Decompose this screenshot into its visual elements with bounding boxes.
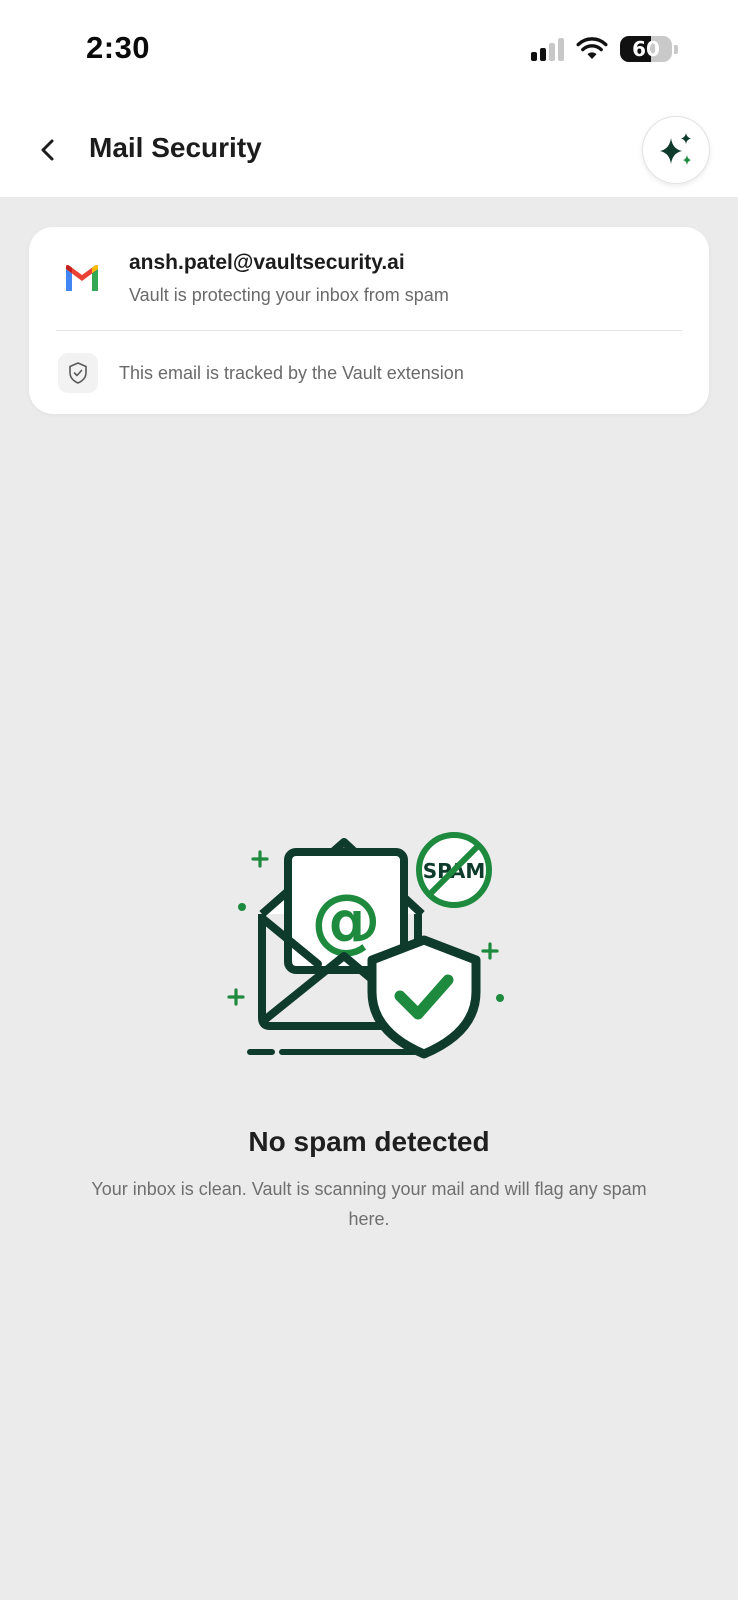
account-protection-status: Vault is protecting your inbox from spam	[129, 285, 449, 305]
battery-percent: 60	[632, 37, 660, 61]
shield-check-badge	[58, 353, 98, 393]
svg-text:@: @	[311, 879, 381, 961]
status-icons: 60	[531, 36, 678, 62]
account-card[interactable]: ansh.patel@vaultsecurity.ai Vault is pro…	[29, 227, 709, 414]
back-button[interactable]	[30, 128, 66, 172]
sparkle-icon	[660, 133, 691, 165]
tracked-by-extension-text: This email is tracked by the Vault exten…	[119, 363, 464, 383]
ai-assistant-button[interactable]	[642, 116, 710, 184]
page-title: Mail Security	[89, 132, 262, 163]
mail-shield-illustration: @ SPAM	[227, 832, 504, 1059]
empty-state-description: Your inbox is clean. Vault is scanning y…	[91, 1179, 647, 1229]
chevron-left-icon	[41, 139, 54, 161]
battery-tip	[674, 44, 678, 54]
shield-check-icon	[69, 362, 87, 384]
wifi-icon	[576, 37, 608, 59]
status-time: 2:30	[86, 30, 151, 65]
gmail-icon	[66, 265, 98, 291]
account-email: ansh.patel@vaultsecurity.ai	[129, 251, 405, 274]
empty-state-title: No spam detected	[248, 1126, 490, 1157]
battery-indicator: 60	[620, 36, 672, 62]
header-bar: 2:30 60 Mail Security	[0, 0, 738, 197]
card-divider	[56, 330, 682, 331]
cellular-signal-icon	[531, 37, 564, 61]
